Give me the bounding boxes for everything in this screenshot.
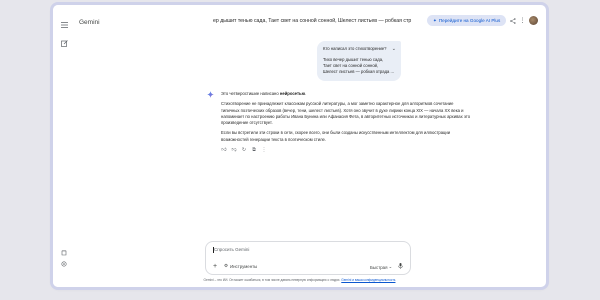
privacy-link[interactable]: Gemini и ваша конфиденциальность — [341, 278, 395, 282]
browser-window: Gemini ер дышит тенью сада, Тает свет на… — [53, 5, 546, 287]
thumbs-down-icon[interactable]: 👎︎ — [231, 147, 237, 153]
sidebar — [53, 5, 75, 287]
tools-label: Инструменты — [229, 263, 258, 269]
thumbs-up-icon[interactable]: 👍︎ — [221, 147, 227, 153]
microphone-icon[interactable] — [398, 263, 403, 271]
more-vert-icon[interactable]: ⋮ — [518, 16, 527, 25]
tools-button[interactable]: ⚙ Инструменты — [224, 263, 257, 269]
chevron-down-icon[interactable]: ⌄ — [392, 46, 396, 52]
add-icon[interactable]: + — [213, 263, 217, 270]
mode-label: Быстрая — [370, 264, 388, 270]
intro-suffix: . — [305, 91, 307, 96]
upgrade-label: Перейдите на Google AI Plus — [438, 18, 501, 23]
footer-disclaimer: Gemini – это ИИ. Он может ошибаться, в т… — [53, 278, 546, 282]
response-intro: Это четверостишие написано нейросетью. — [221, 91, 471, 97]
user-question: Кто написал это стихотворение? — [323, 46, 387, 51]
settings-icon[interactable] — [58, 258, 70, 270]
model-mode-selector[interactable]: Быстрая ⌄ — [370, 264, 392, 270]
response-paragraph: Стихотворение не принадлежит классикам р… — [221, 101, 471, 126]
regenerate-icon[interactable]: ↻ — [241, 147, 247, 153]
sparkle-icon: ✦ — [433, 17, 437, 23]
new-chat-icon[interactable] — [58, 37, 70, 49]
user-message: Кто написал это стихотворение? ⌄ Тихо ве… — [317, 41, 401, 81]
prompt-input[interactable] — [214, 247, 364, 252]
tools-icon: ⚙ — [224, 263, 228, 268]
poem-line: Шелест листьев — робкая отрада ... — [323, 69, 394, 74]
response-paragraph: Если вы встретили эти строки в сети, ско… — [221, 130, 451, 142]
share-icon[interactable] — [508, 16, 517, 25]
copy-icon[interactable]: ⧉ — [251, 147, 257, 153]
conversation-title[interactable]: ер дышит тенью сада, Тает свет на сонной… — [213, 18, 411, 24]
intro-bold: нейросетью — [279, 91, 306, 96]
more-vert-icon[interactable]: ⋮ — [261, 147, 267, 153]
response-actions: 👍︎ 👎︎ ↻ ⧉ ⋮ — [221, 147, 471, 153]
intro-text: Это четверостишие написано — [221, 91, 280, 96]
app-brand[interactable]: Gemini — [79, 19, 100, 26]
model-response: Это четверостишие написано нейросетью. С… — [207, 91, 471, 153]
upgrade-button[interactable]: ✦ Перейдите на Google AI Plus — [427, 15, 507, 26]
gemini-spark-icon — [207, 91, 214, 98]
avatar[interactable] — [529, 16, 538, 25]
disclaimer-text: Gemini – это ИИ. Он может ошибаться, в т… — [203, 278, 341, 282]
chevron-down-icon: ⌄ — [388, 264, 393, 269]
menu-icon[interactable] — [58, 19, 70, 31]
prompt-composer: + ⚙ Инструменты Быстрая ⌄ — [205, 241, 411, 275]
